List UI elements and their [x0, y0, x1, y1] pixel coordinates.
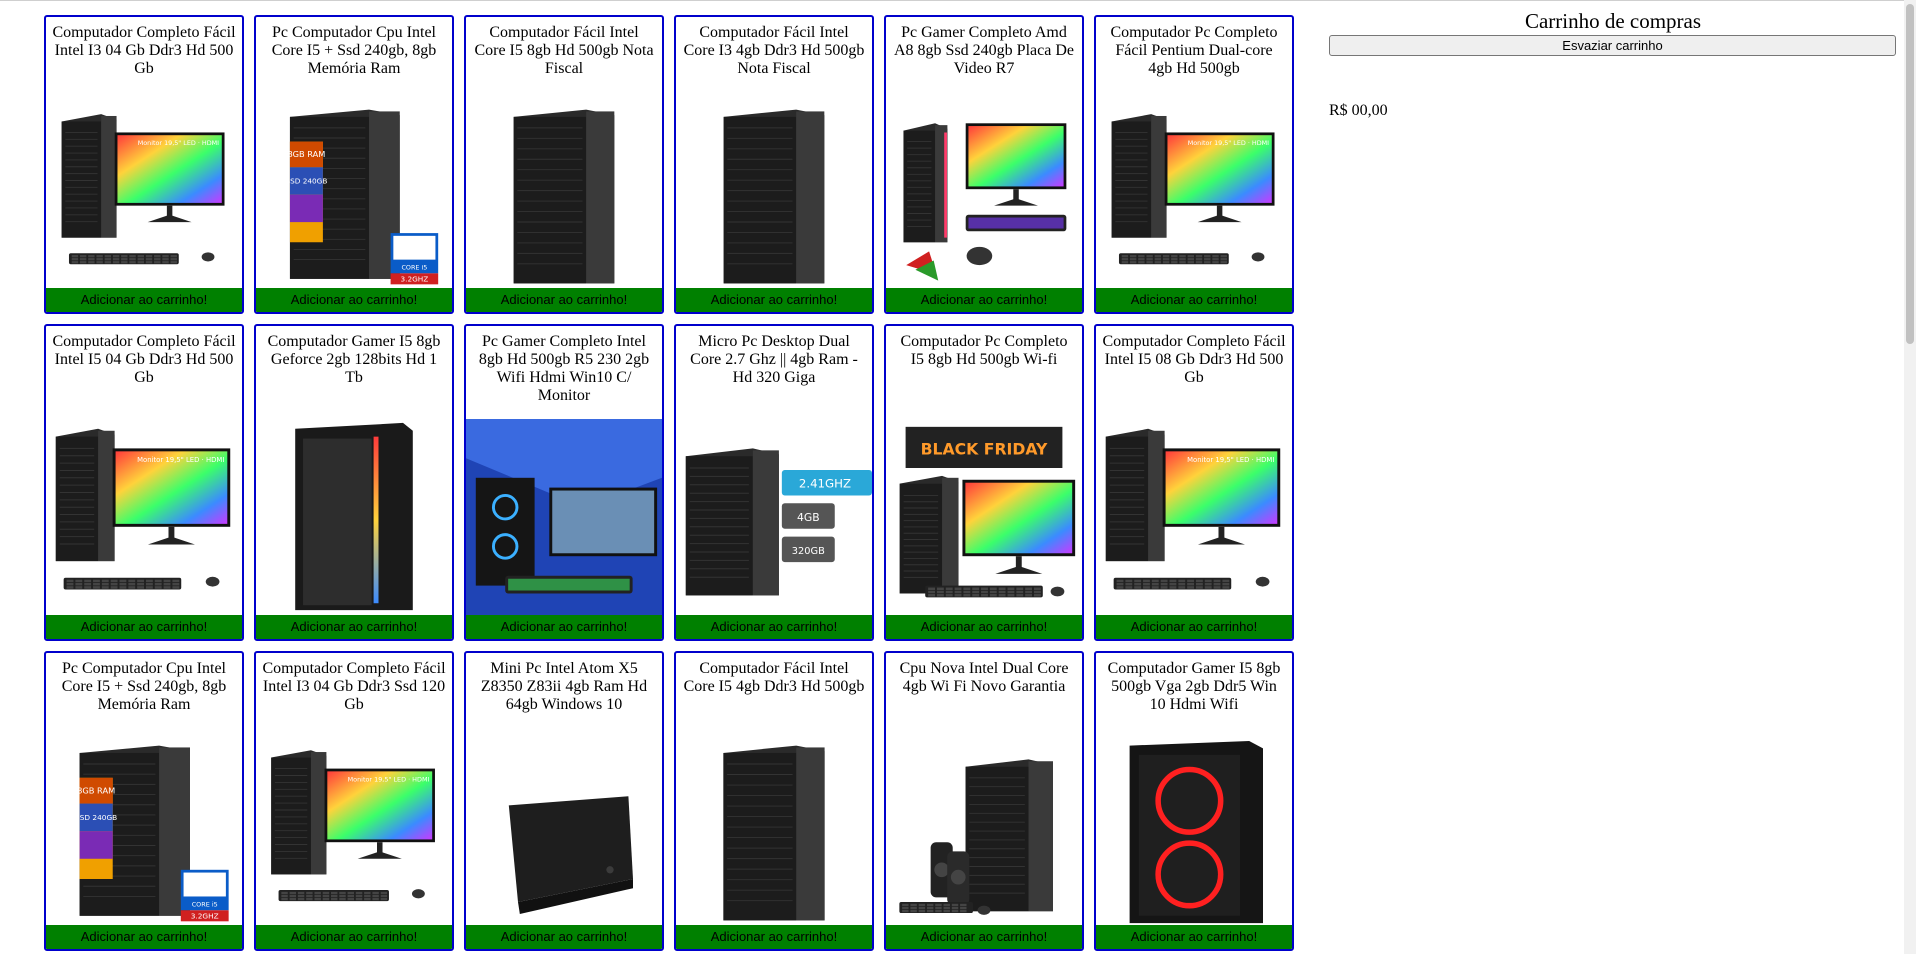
product-image: 8GB RAM SSD 240GB CORE i5 3.2GHZ [256, 105, 452, 288]
product-image: Monitor 19,5" LED · HDMI [46, 105, 242, 288]
svg-text:Monitor 19,5" LED · HDMI: Monitor 19,5" LED · HDMI [1187, 456, 1274, 464]
product-card: Pc Computador Cpu Intel Core I5 + Ssd 24… [44, 651, 244, 951]
product-card: Pc Computador Cpu Intel Core I5 + Ssd 24… [254, 15, 454, 314]
add-to-cart-button[interactable]: Adicionar ao carrinho! [46, 288, 242, 312]
svg-text:8GB RAM: 8GB RAM [287, 149, 325, 159]
add-to-cart-button[interactable]: Adicionar ao carrinho! [886, 615, 1082, 639]
product-name: Computador Fácil Intel Core I5 8gb Hd 50… [474, 24, 654, 77]
product-card: Computador Gamer I5 8gb Geforce 2gb 128b… [254, 324, 454, 641]
add-to-cart-button[interactable]: Adicionar ao carrinho! [676, 288, 872, 312]
product-image [886, 105, 1082, 288]
cart-items-list [1329, 56, 1897, 101]
product-image: 2.41GHZ 4GB 320GB [676, 419, 872, 615]
add-to-cart-button[interactable]: Adicionar ao carrinho! [256, 925, 452, 949]
product-card: Computador Fácil Intel Core I5 4gb Ddr3 … [674, 651, 874, 951]
product-card: Computador Completo Fácil Intel I5 08 Gb… [1094, 324, 1294, 641]
svg-text:2.41GHZ: 2.41GHZ [799, 477, 851, 491]
svg-text:SSD 240GB: SSD 240GB [75, 813, 117, 822]
product-card: Computador Fácil Intel Core I3 4gb Ddr3 … [674, 15, 874, 314]
product-name: Mini Pc Intel Atom X5 Z8350 Z83ii 4gb Ra… [480, 660, 648, 713]
product-name: Cpu Nova Intel Dual Core 4gb Wi Fi Novo … [899, 660, 1069, 695]
svg-text:CORE i5: CORE i5 [401, 264, 427, 272]
add-to-cart-button[interactable]: Adicionar ao carrinho! [1096, 288, 1292, 312]
cart-total: R$ 00,00 [1329, 102, 1388, 119]
svg-text:Monitor 19,5" LED · HDMI: Monitor 19,5" LED · HDMI [1188, 139, 1269, 147]
product-name: Pc Computador Cpu Intel Core I5 + Ssd 24… [271, 24, 437, 77]
product-card: Computador Completo Fácil Intel I5 04 Gb… [44, 324, 244, 641]
svg-text:BLACK FRIDAY: BLACK FRIDAY [921, 439, 1048, 458]
shopping-cart: Carrinho de compras Esvaziar carrinho R$… [1329, 8, 1897, 121]
product-image [886, 741, 1082, 925]
svg-text:3.2GHZ: 3.2GHZ [400, 275, 428, 284]
product-name: Pc Gamer Completo Intel 8gb Hd 500gb R5 … [478, 333, 650, 404]
product-name: Computador Fácil Intel Core I5 4gb Ddr3 … [683, 660, 865, 695]
add-to-cart-button[interactable]: Adicionar ao carrinho! [466, 615, 662, 639]
product-name: Computador Pc Completo I5 8gb Hd 500gb W… [900, 333, 1068, 368]
add-to-cart-button[interactable]: Adicionar ao carrinho! [676, 925, 872, 949]
product-card: Computador Gamer I5 8gb 500gb Vga 2gb Dd… [1094, 651, 1294, 951]
add-to-cart-button[interactable]: Adicionar ao carrinho! [466, 288, 662, 312]
product-card: Computador Completo Fácil Intel I3 04 Gb… [254, 651, 454, 951]
product-image [466, 105, 662, 288]
add-to-cart-button[interactable]: Adicionar ao carrinho! [466, 925, 662, 949]
add-to-cart-button[interactable]: Adicionar ao carrinho! [1096, 615, 1292, 639]
cart-title: Carrinho de compras [1524, 9, 1702, 33]
product-card: Computador Fácil Intel Core I5 8gb Hd 50… [464, 15, 664, 314]
product-name: Computador Completo Fácil Intel I3 04 Gb… [52, 24, 236, 77]
product-grid: Computador Completo Fácil Intel I3 04 Gb… [0, 0, 1300, 954]
product-name: Computador Gamer I5 8gb Geforce 2gb 128b… [267, 333, 441, 386]
add-to-cart-button[interactable]: Adicionar ao carrinho! [256, 615, 452, 639]
svg-text:8GB RAM: 8GB RAM [77, 785, 115, 795]
product-card: Mini Pc Intel Atom X5 Z8350 Z83ii 4gb Ra… [464, 651, 664, 951]
product-image [256, 419, 452, 615]
product-name: Computador Fácil Intel Core I3 4gb Ddr3 … [683, 24, 865, 77]
scrollbar-thumb[interactable] [1906, 4, 1914, 344]
empty-cart-button[interactable]: Esvaziar carrinho [1329, 35, 1896, 56]
svg-text:CORE i5: CORE i5 [192, 901, 218, 909]
product-image: BLACK FRIDAY [886, 419, 1082, 615]
product-name: Pc Computador Cpu Intel Core I5 + Ssd 24… [61, 660, 227, 713]
add-to-cart-button[interactable]: Adicionar ao carrinho! [46, 925, 242, 949]
product-image [676, 105, 872, 288]
add-to-cart-button[interactable]: Adicionar ao carrinho! [676, 615, 872, 639]
product-card: Computador Pc Completo I5 8gb Hd 500gb W… [884, 324, 1084, 641]
add-to-cart-button[interactable]: Adicionar ao carrinho! [46, 615, 242, 639]
product-image: Monitor 19,5" LED · HDMI [1096, 105, 1292, 288]
product-card: Micro Pc Desktop Dual Core 2.7 Ghz || 4g… [674, 324, 874, 641]
product-image [466, 419, 662, 615]
product-card: Computador Completo Fácil Intel I3 04 Gb… [44, 15, 244, 314]
svg-text:4GB: 4GB [797, 511, 820, 524]
svg-text:320GB: 320GB [792, 546, 825, 557]
product-image [1096, 741, 1292, 925]
product-image [466, 741, 662, 925]
svg-text:Monitor 19,5" LED · HDMI: Monitor 19,5" LED · HDMI [137, 456, 224, 464]
product-card: Pc Gamer Completo Amd A8 8gb Ssd 240gb P… [884, 15, 1084, 314]
svg-text:3.2GHZ: 3.2GHZ [191, 912, 219, 921]
add-to-cart-button[interactable]: Adicionar ao carrinho! [256, 288, 452, 312]
product-name: Computador Completo Fácil Intel I5 08 Gb… [1102, 333, 1286, 386]
add-to-cart-button[interactable]: Adicionar ao carrinho! [1096, 925, 1292, 949]
product-name: Computador Pc Completo Fácil Pentium Dua… [1110, 24, 1278, 77]
product-image: Monitor 19,5" LED · HDMI [256, 741, 452, 925]
product-card: Cpu Nova Intel Dual Core 4gb Wi Fi Novo … [884, 651, 1084, 951]
product-name: Computador Completo Fácil Intel I3 04 Gb… [262, 660, 446, 713]
product-name: Micro Pc Desktop Dual Core 2.7 Ghz || 4g… [690, 333, 858, 386]
product-name: Pc Gamer Completo Amd A8 8gb Ssd 240gb P… [894, 24, 1074, 77]
product-card: Computador Pc Completo Fácil Pentium Dua… [1094, 15, 1294, 314]
add-to-cart-button[interactable]: Adicionar ao carrinho! [886, 288, 1082, 312]
product-image: 8GB RAM SSD 240GB CORE i5 3.2GHZ [46, 741, 242, 925]
product-image [676, 741, 872, 925]
product-image: Monitor 19,5" LED · HDMI [1096, 419, 1292, 615]
svg-text:Monitor 19,5" LED · HDMI: Monitor 19,5" LED · HDMI [138, 139, 219, 147]
add-to-cart-button[interactable]: Adicionar ao carrinho! [886, 925, 1082, 949]
product-name: Computador Completo Fácil Intel I5 04 Gb… [52, 333, 236, 386]
page-scrollbar[interactable] [1904, 0, 1916, 954]
product-card: Pc Gamer Completo Intel 8gb Hd 500gb R5 … [464, 324, 664, 641]
product-name: Computador Gamer I5 8gb 500gb Vga 2gb Dd… [1107, 660, 1281, 713]
svg-text:Monitor 19,5" LED · HDMI: Monitor 19,5" LED · HDMI [348, 775, 430, 783]
svg-text:SSD 240GB: SSD 240GB [285, 177, 327, 186]
product-image: Monitor 19,5" LED · HDMI [46, 419, 242, 615]
